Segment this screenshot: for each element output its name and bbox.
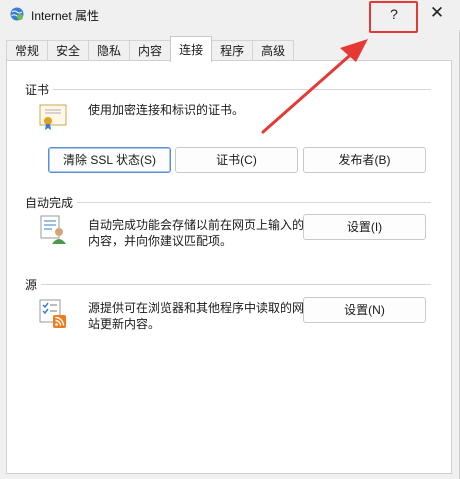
feeds-heading: 源 [25, 278, 38, 292]
internet-properties-window: Internet 属性 ? ✕ 常规 安全 隐私 内容 连接 程序 高级 证书 … [0, 0, 460, 479]
certificates-button[interactable]: 证书(C) [175, 147, 298, 173]
tab-advanced[interactable]: 高级 [252, 40, 295, 62]
clear-ssl-state-button[interactable]: 清除 SSL 状态(S) [48, 147, 171, 173]
tab-privacy[interactable]: 隐私 [88, 40, 131, 62]
tab-content[interactable]: 内容 [129, 40, 172, 62]
help-highlight-box [369, 1, 418, 33]
feeds-divider [41, 284, 431, 285]
window-title: Internet 属性 [31, 9, 100, 23]
certificates-heading: 证书 [25, 83, 50, 97]
close-button[interactable]: ✕ [418, 0, 456, 28]
certificates-description: 使用加密连接和标识的证书。 [88, 103, 245, 117]
tab-security[interactable]: 安全 [47, 40, 90, 62]
certificate-icon [39, 104, 67, 130]
tab-programs[interactable]: 程序 [211, 40, 254, 62]
autocomplete-heading: 自动完成 [25, 196, 74, 210]
feeds-settings-button[interactable]: 设置(N) [303, 297, 426, 323]
certificates-divider [53, 89, 431, 90]
tab-strip: 常规 安全 隐私 内容 连接 程序 高级 [6, 36, 295, 62]
tab-panel: 证书 使用加密连接和标识的证书。 清除 SSL 状态(S) 证书(C) 发布者(… [6, 60, 452, 474]
autocomplete-description-line1: 自动完成功能会存储以前在网页上输入的 [88, 218, 305, 232]
tab-connections[interactable]: 连接 [170, 36, 213, 62]
tab-general[interactable]: 常规 [6, 40, 49, 62]
autocomplete-settings-button[interactable]: 设置(I) [303, 214, 426, 240]
feeds-rss-icon [39, 299, 66, 328]
internet-globe-icon [10, 7, 24, 21]
autocomplete-divider [77, 202, 431, 203]
autocomplete-user-icon [40, 215, 66, 244]
title-bar: Internet 属性 ? ✕ [0, 0, 460, 33]
feeds-description-line1: 源提供可在浏览器和其他程序中读取的网 [88, 301, 305, 315]
autocomplete-description-line2: 内容，并向你建议匹配项。 [88, 234, 233, 248]
publishers-button[interactable]: 发布者(B) [303, 147, 426, 173]
feeds-description-line2: 站更新内容。 [88, 317, 161, 331]
